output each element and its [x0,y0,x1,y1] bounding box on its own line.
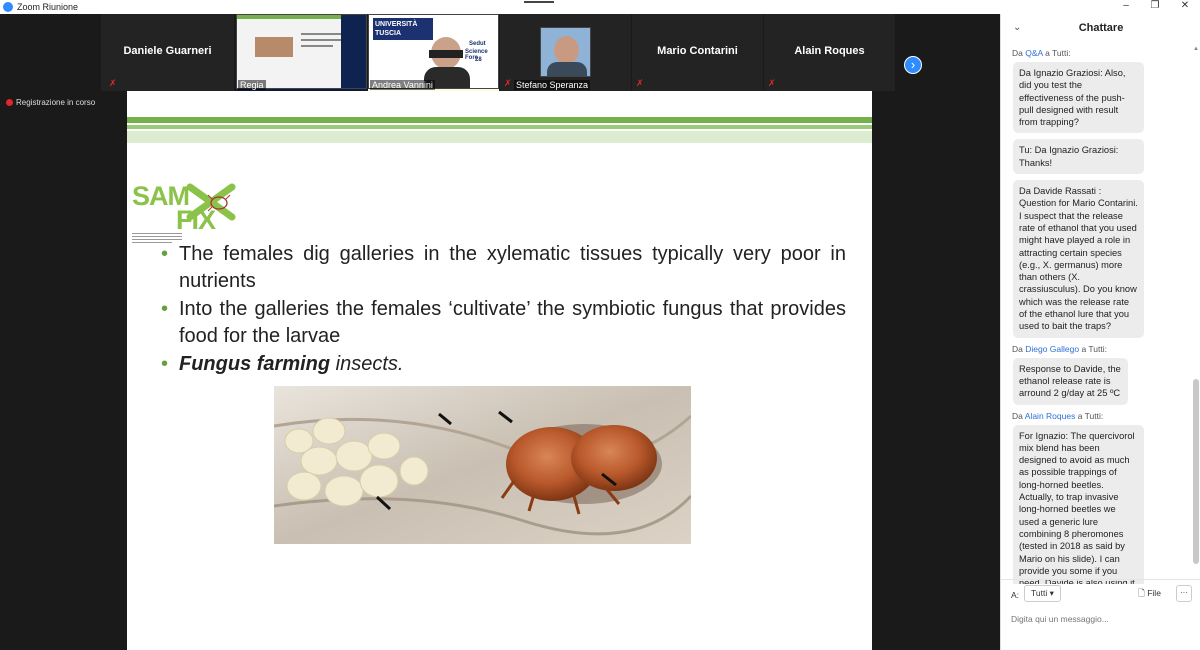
chat-footer: A: Tutti ▾ 🗋 File ··· [1001,579,1200,650]
more-options-button[interactable]: ··· [1176,585,1192,602]
scroll-up-icon[interactable]: ▲ [1193,46,1199,52]
recording-indicator[interactable]: Registrazione in corso [6,98,95,107]
mic-muted-icon: ✗ [504,78,512,88]
slide-bullet: The females dig galleries in the xylemat… [161,241,846,295]
participant-name: Regia [238,80,266,90]
participant-name: Daniele Guarneri [123,45,212,57]
recipient-select[interactable]: Tutti ▾ [1024,585,1061,602]
empty-area [872,91,1000,650]
slide-header-stripe [127,125,872,129]
glasses [429,50,463,58]
mini-slide-text: Sedut [469,41,486,47]
participant-tile-screen[interactable]: Regia [236,14,367,91]
chat-message[interactable]: For Ignazio: The quercivorol mix blend h… [1013,424,1144,584]
slide-bullet-list: The females dig galleries in the xylemat… [161,241,846,379]
mic-muted-icon: ✗ [636,78,644,88]
participant-tile[interactable]: ✗ Stefano Speranza [500,14,631,91]
chat-scrollbar[interactable] [1193,379,1199,564]
recipient-label: A: [1011,590,1020,600]
chat-header: ⌄ Chattare [1001,14,1200,44]
window-controls: – ❐ ✕ [1000,0,1200,14]
file-icon: 🗋 [1138,588,1145,598]
restore-icon[interactable]: ❐ [1145,0,1165,14]
chevron-down-icon: ▾ [1049,588,1054,598]
beetle-photo [274,386,691,544]
chat-message-input[interactable] [1011,614,1191,624]
chat-panel: ⌄ Chattare ▲ Da Q&A a Tutti: Da Ignazio … [1000,14,1200,650]
file-button[interactable]: 🗋 File [1138,585,1161,602]
drag-handle[interactable] [524,1,554,3]
slide-header-stripe [127,117,872,123]
participant-tile[interactable]: Daniele Guarneri ✗ [101,14,234,91]
participant-video: UNIVERSITÀ TUSCIA Sedut Science Fore 28 [368,14,499,89]
window-titlebar: Zoom Riunione [0,0,1000,14]
slide-bullet: Into the galleries the females ‘cultivat… [161,296,846,350]
chat-message[interactable]: Tu: Da Ignazio Graziosi: Thanks! [1013,139,1144,175]
participant-tile[interactable]: UNIVERSITÀ TUSCIA Sedut Science Fore 28 … [368,14,499,91]
recording-label: Registrazione in corso [16,98,96,107]
message-sender: Da Diego Gallego a Tutti: [1012,343,1107,354]
next-page-button[interactable]: › [904,56,922,74]
mini-slide-university: UNIVERSITÀ TUSCIA [373,18,433,40]
window-title: Zoom Riunione [17,2,79,12]
participant-name: Stefano Speranza [514,80,591,90]
gallery-strip: Daniele Guarneri ✗ Regia UNIVERSITÀ TUSC… [0,14,1000,91]
beetle-logo-icon [186,183,236,221]
mic-muted-icon: ✗ [768,78,776,88]
chat-message[interactable]: Da Ignazio Graziosi: Also, did you test … [1013,62,1144,134]
participant-tile[interactable]: Alain Roques ✗ [764,14,895,91]
shared-screen-thumbnail [236,14,367,89]
shared-slide: SAM FIX The females dig galleries in the… [127,91,872,650]
chat-message[interactable]: Response to Davide, the ethanol release … [1013,357,1128,405]
mini-slide-text: 28 [475,57,482,63]
record-icon [6,99,13,106]
chat-message-list[interactable]: Da Q&A a Tutti: Da Ignazio Graziosi: Als… [1001,44,1191,584]
message-sender: Da Alain Roques a Tutti: [1012,410,1104,421]
close-icon[interactable]: ✕ [1175,0,1195,14]
participant-name: Andrea Vannini [370,80,435,90]
slide-header-stripe [127,131,872,143]
participant-name: Mario Contarini [657,45,738,57]
samfix-logo: SAM FIX [132,183,247,243]
participant-video [540,27,591,77]
mic-muted-icon: ✗ [109,78,117,88]
chat-message[interactable]: Da Davide Rassati : Question for Mario C… [1013,180,1144,338]
slide-bullet: Fungus farming insects. [161,351,846,378]
chat-title: Chattare [1078,22,1124,34]
minimize-icon[interactable]: – [1116,0,1136,14]
participant-tile[interactable]: Mario Contarini ✗ [632,14,763,91]
participant-name: Alain Roques [794,45,865,57]
message-sender: Da Q&A a Tutti: [1012,48,1071,58]
zoom-logo-icon [3,2,13,12]
